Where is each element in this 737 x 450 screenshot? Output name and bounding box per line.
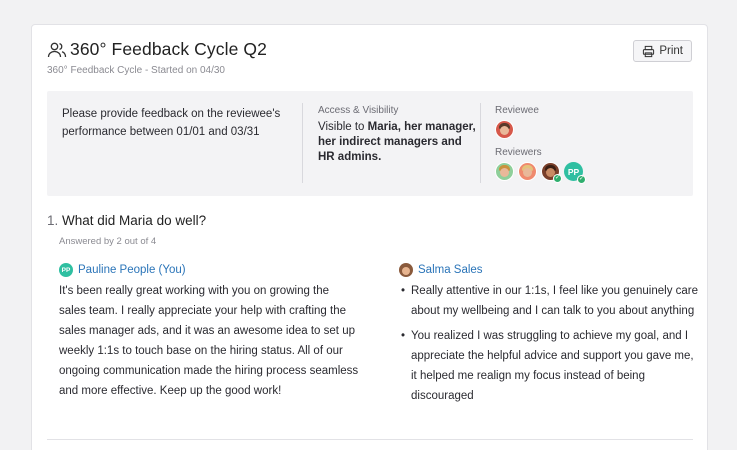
section-divider <box>47 439 693 440</box>
response-header: PP Pauline People (You) <box>59 263 359 277</box>
reviewer-avatar[interactable]: ✓ <box>541 162 562 183</box>
participants: Reviewee Reviewers ✓ PP ✓ <box>495 105 675 189</box>
response-body: It's been really great working with you … <box>59 285 359 397</box>
check-icon: ✓ <box>553 174 562 183</box>
divider <box>302 103 303 183</box>
instructions-text: Please provide feedback on the reviewee'… <box>62 108 281 138</box>
reviewer-avatar[interactable] <box>518 162 537 181</box>
access-visibility: Access & Visibility Visible to Maria, he… <box>318 105 478 165</box>
bullet-item: Really attentive in our 1:1s, I feel lik… <box>399 281 699 321</box>
feedback-card: 360° Feedback Cycle Q2 360° Feedback Cyc… <box>31 24 708 450</box>
bullet-item: You realized I was struggling to achieve… <box>399 326 699 406</box>
page-title: 360° Feedback Cycle Q2 <box>70 39 267 59</box>
avatar: PP <box>59 263 73 277</box>
response-header: Salma Sales <box>399 263 699 277</box>
reviewer-initials: PP <box>567 166 580 177</box>
reviewee-avatar[interactable] <box>495 120 514 139</box>
reviewer-avatars: ✓ PP ✓ <box>495 162 675 184</box>
question-text: What did Maria do well? <box>62 213 207 228</box>
printer-icon <box>643 45 655 57</box>
response-card: Salma Sales Really attentive in our 1:1s… <box>399 263 699 411</box>
response-bullets: Really attentive in our 1:1s, I feel lik… <box>399 281 699 406</box>
check-icon: ✓ <box>577 175 586 184</box>
access-label: Access & Visibility <box>318 105 399 116</box>
question-number: 1. <box>47 213 59 228</box>
info-panel: Please provide feedback on the reviewee'… <box>47 91 693 196</box>
visibility-prefix: Visible to <box>318 121 368 133</box>
reviewee-label: Reviewee <box>495 105 539 116</box>
print-label: Print <box>659 45 683 57</box>
responder-name-link[interactable]: Pauline People (You) <box>78 264 186 276</box>
avatar-initials: PP <box>61 266 71 274</box>
responder-name-link[interactable]: Salma Sales <box>418 264 483 276</box>
avatar <box>399 263 413 277</box>
page-subtitle: 360° Feedback Cycle - Started on 04/30 <box>47 65 225 76</box>
page-header: 360° Feedback Cycle Q2 <box>47 39 267 60</box>
reviewer-avatar-initials[interactable]: PP ✓ <box>564 162 586 184</box>
reviewers-label: Reviewers <box>495 147 542 158</box>
answered-count: Answered by 2 out of 4 <box>59 236 157 247</box>
question-title: 1. What did Maria do well? <box>47 213 206 228</box>
reviewee-avatars <box>495 120 675 139</box>
response-card: PP Pauline People (You) It's been really… <box>59 263 359 401</box>
visibility-text: Visible to Maria, her manager, her indir… <box>318 120 478 165</box>
divider <box>480 103 481 183</box>
reviewer-avatar[interactable] <box>495 162 514 181</box>
print-button[interactable]: Print <box>633 40 692 62</box>
people-icon <box>47 42 67 57</box>
